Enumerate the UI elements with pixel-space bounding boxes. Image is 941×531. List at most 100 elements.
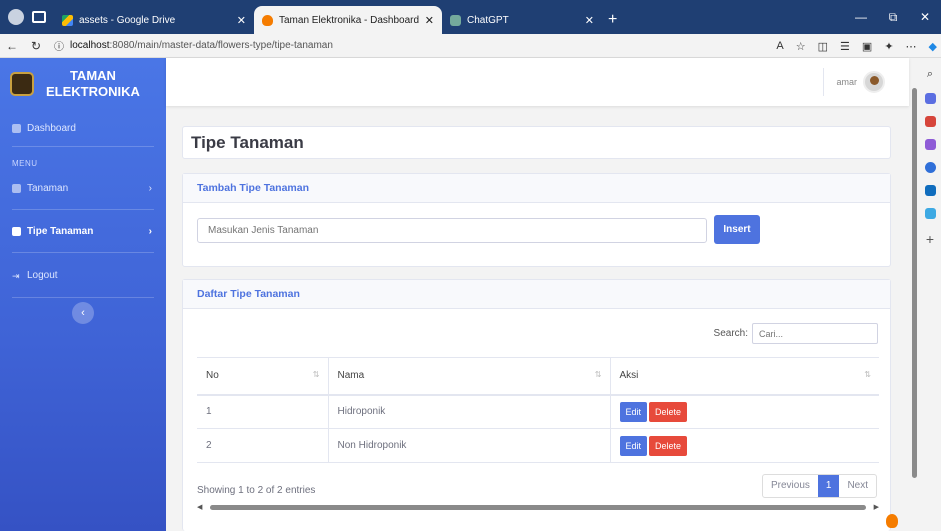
username: amar xyxy=(836,77,857,87)
edit-button[interactable]: Edit xyxy=(619,401,648,422)
brand-line-1: TAMAN xyxy=(69,68,116,83)
tab-title: assets - Google Drive xyxy=(79,14,176,26)
brand[interactable]: TAMAN ELEKTRONIKA xyxy=(0,58,166,110)
tab-title: Taman Elektronika - Dashboard xyxy=(279,14,420,26)
office-icon[interactable] xyxy=(924,162,936,173)
edit-button[interactable]: Edit xyxy=(619,435,648,456)
info-icon[interactable]: ⓘ xyxy=(54,38,64,53)
fire-icon xyxy=(262,14,273,26)
user-menu[interactable]: amar xyxy=(823,68,885,96)
column-header-aksi[interactable]: Aksi ⇅ xyxy=(609,357,879,396)
collections-icon[interactable]: ▣ xyxy=(862,40,872,53)
sidebar-item-logout[interactable]: ⇥ Logout xyxy=(0,253,166,297)
window-controls: — ⧉ ✕ xyxy=(845,0,941,34)
delete-button[interactable]: Delete xyxy=(649,401,688,422)
brand-name: TAMAN ELEKTRONIKA xyxy=(46,68,140,100)
extensions-icon[interactable]: ✦ xyxy=(884,40,893,53)
drop-icon[interactable] xyxy=(924,208,936,219)
outlook-icon[interactable] xyxy=(924,185,936,196)
split-screen-icon[interactable]: ◫ xyxy=(818,40,828,53)
logo xyxy=(10,72,34,96)
sidebar-item-label: Tipe Tanaman xyxy=(27,225,94,237)
table-row: 2 Non Hidroponik Edit Delete xyxy=(197,428,879,463)
table-info: Showing 1 to 2 of 2 entries xyxy=(197,485,316,496)
sort-icon: ⇅ xyxy=(594,370,602,379)
card-header: Daftar Tipe Tanaman xyxy=(183,280,890,309)
favorites-icon[interactable]: ☰ xyxy=(840,40,850,53)
refresh-icon[interactable]: ↻ xyxy=(24,39,48,53)
type-list-card: Daftar Tipe Tanaman Search: No ⇅ Nama ⇅ Ak… xyxy=(182,279,891,531)
scroll-right-icon[interactable]: ▶ xyxy=(874,503,879,511)
minimize-icon[interactable]: — xyxy=(845,0,877,34)
scroll-thumb[interactable] xyxy=(210,504,866,510)
topbar: amar xyxy=(166,58,909,106)
page-button-current[interactable]: 1 xyxy=(817,475,840,497)
fire-icon[interactable] xyxy=(886,514,898,528)
window-close-icon[interactable]: ✕ xyxy=(909,0,941,34)
games-icon[interactable] xyxy=(924,139,936,150)
close-icon[interactable]: ✕ xyxy=(237,14,246,27)
card-header: Tambah Tipe Tanaman xyxy=(183,174,890,203)
page-title-card: Tipe Tanaman xyxy=(182,126,891,159)
tab-google-drive[interactable]: assets - Google Drive ✕ xyxy=(54,6,254,34)
sidebar-toggle-button[interactable]: ‹ xyxy=(72,302,94,324)
chevron-right-icon: › xyxy=(148,182,152,194)
search-row: Search: xyxy=(714,323,878,344)
restore-icon[interactable]: ⧉ xyxy=(877,0,909,34)
favorite-star-icon[interactable]: ☆ xyxy=(796,40,806,53)
sidebar: TAMAN ELEKTRONIKA Dashboard MENU Tanaman… xyxy=(0,58,166,531)
search-input[interactable] xyxy=(752,323,878,344)
close-icon[interactable]: ✕ xyxy=(425,14,434,27)
cell-actions: Edit Delete xyxy=(609,428,879,463)
tools-icon[interactable] xyxy=(924,116,936,127)
column-label: Aksi xyxy=(619,370,639,382)
search-icon[interactable]: ⌕ xyxy=(927,68,933,81)
cell-nama: Hidroponik xyxy=(327,394,610,429)
profile-icon[interactable] xyxy=(8,9,24,25)
browser-tab-bar: assets - Google Drive ✕ Taman Elektronik… xyxy=(0,0,941,34)
sort-icon: ⇅ xyxy=(864,370,871,379)
logout-icon: ⇥ xyxy=(12,270,20,281)
copilot-icon[interactable]: ◆ xyxy=(929,40,937,53)
menu-heading: MENU xyxy=(12,159,38,168)
sidebar-item-label: Logout xyxy=(27,269,58,281)
jenis-tanaman-input[interactable] xyxy=(197,218,707,243)
add-icon[interactable]: + xyxy=(926,231,934,247)
url-host: localhost xyxy=(70,40,110,51)
pagination: Previous 1 Next xyxy=(761,474,877,498)
next-button[interactable]: Next xyxy=(839,475,876,497)
avatar xyxy=(863,71,885,93)
cell-actions: Edit Delete xyxy=(609,394,879,429)
scroll-left-icon[interactable]: ◀ xyxy=(197,503,202,511)
new-tab-icon[interactable]: + xyxy=(608,6,617,34)
insert-button[interactable]: Insert xyxy=(714,215,760,244)
table-horizontal-scrollbar[interactable]: ◀ ▶ xyxy=(197,503,879,511)
url-field[interactable]: ⓘ localhost:8080/main/master-data/flower… xyxy=(54,38,333,53)
tab-chatgpt[interactable]: ChatGPT ✕ xyxy=(442,6,602,34)
sidebar-item-dashboard[interactable]: Dashboard xyxy=(0,110,166,146)
table-header-row: No ⇅ Nama ⇅ Aksi ⇅ xyxy=(197,357,879,396)
previous-button[interactable]: Previous xyxy=(763,475,818,497)
sidebar-item-tanaman[interactable]: Tanaman › xyxy=(0,173,166,203)
column-header-no[interactable]: No ⇅ xyxy=(197,357,328,396)
delete-button[interactable]: Delete xyxy=(649,435,688,456)
cell-nama: Non Hidroponik xyxy=(327,428,610,463)
page-scrollbar[interactable] xyxy=(912,88,917,478)
shopping-icon[interactable] xyxy=(924,93,936,104)
sort-icon: ⇅ xyxy=(312,370,320,379)
drive-icon xyxy=(62,14,73,26)
back-icon[interactable]: ← xyxy=(0,39,24,53)
read-aloud-icon[interactable]: A xyxy=(776,40,783,52)
sidebar-item-tipe-tanaman[interactable]: Tipe Tanaman › xyxy=(0,210,166,252)
edge-sidebar: ⌕ + xyxy=(919,58,941,531)
tab-actions-icon[interactable] xyxy=(32,11,46,23)
close-icon[interactable]: ✕ xyxy=(585,14,594,27)
column-header-nama[interactable]: Nama ⇅ xyxy=(327,357,610,396)
chevron-right-icon: › xyxy=(148,225,152,237)
tab-taman-elektronika[interactable]: Taman Elektronika - Dashboard ✕ xyxy=(254,6,442,34)
cell-no: 1 xyxy=(197,394,328,429)
divider xyxy=(12,146,154,147)
list-icon xyxy=(12,226,21,236)
search-label: Search: xyxy=(713,328,748,339)
more-icon[interactable]: ⋯ xyxy=(906,40,917,53)
